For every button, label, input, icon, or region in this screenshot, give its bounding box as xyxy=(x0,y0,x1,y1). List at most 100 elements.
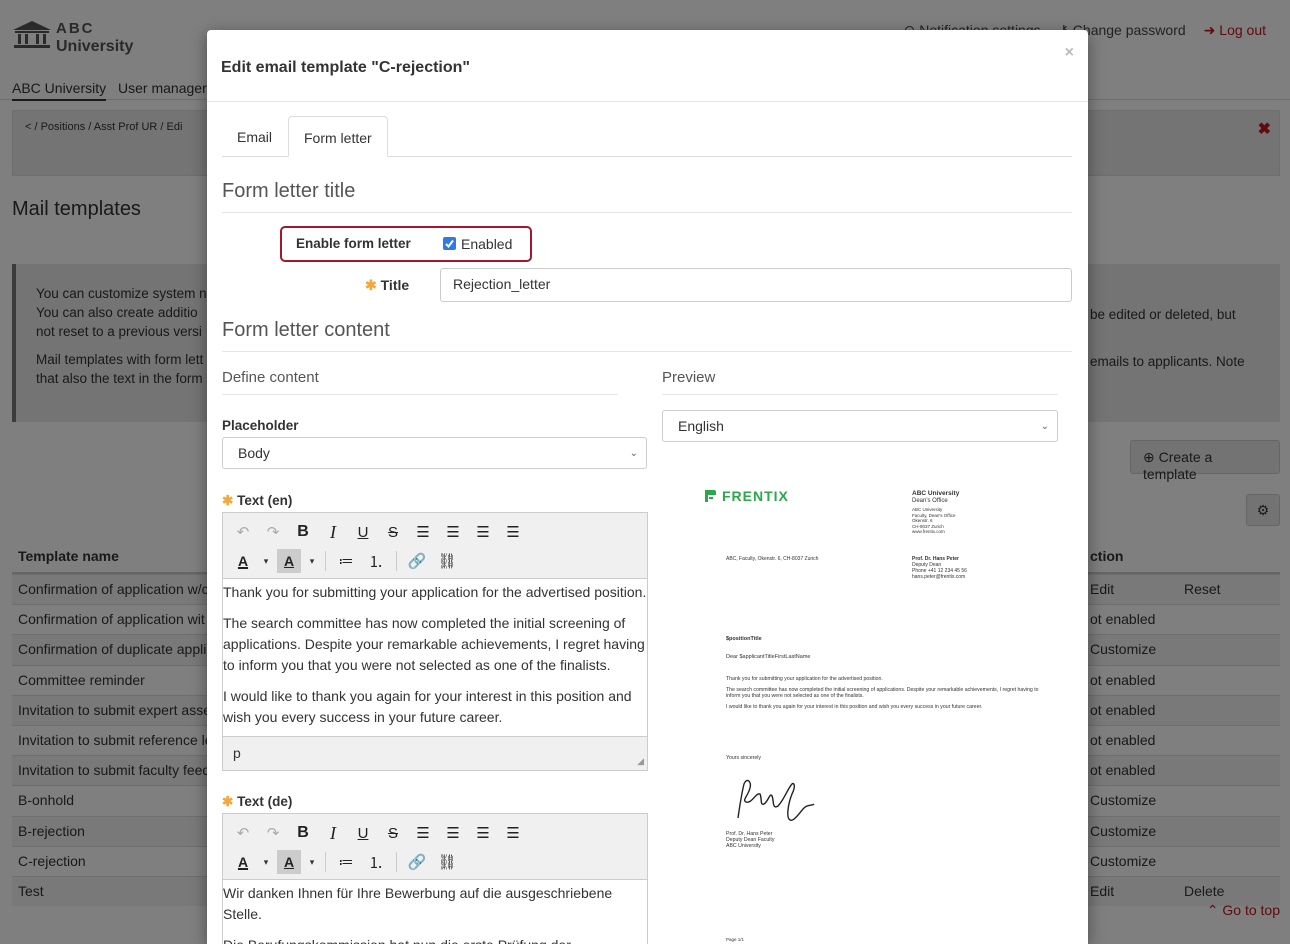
checkmark-icon xyxy=(445,239,454,249)
title-input[interactable]: Rejection_letter xyxy=(440,268,1072,302)
chevron-down-icon: ⌄ xyxy=(1040,421,1049,432)
signer-org: ABC University xyxy=(726,843,761,849)
sender-block: ABC University Dean's Office ABC Univers… xyxy=(912,490,959,535)
enable-form-letter-label: Enable form letter xyxy=(296,236,411,251)
undo-icon[interactable]: ↶ xyxy=(231,821,255,845)
element-path: p xyxy=(233,745,241,761)
edit-template-modal: Edit email template "C-rejection" × Emai… xyxy=(207,30,1088,944)
sender-address: www.frentix.com xyxy=(912,529,945,534)
letter-paragraph: The search committee has now completed t… xyxy=(726,686,1039,700)
link-icon[interactable]: 🔗 xyxy=(405,850,429,874)
resize-handle-icon[interactable]: ◢ xyxy=(637,756,644,767)
toolbar-divider xyxy=(396,852,397,872)
align-center-icon[interactable]: ☰ xyxy=(441,821,465,845)
paragraph: Wir danken Ihnen für Ihre Bewerbung auf … xyxy=(223,885,613,922)
tab-form-letter[interactable]: Form letter xyxy=(288,116,388,157)
signature-image xyxy=(737,779,815,821)
editor-content[interactable]: Thank you for submitting your applicatio… xyxy=(223,579,647,728)
tab-email[interactable]: Email xyxy=(222,116,287,157)
undo-icon[interactable]: ↶ xyxy=(231,520,255,544)
background-color-icon[interactable]: A xyxy=(277,549,301,573)
unlink-icon[interactable]: ⛓ xyxy=(435,850,459,874)
editor-status-bar: p ◢ xyxy=(223,736,647,770)
underline-icon[interactable]: U xyxy=(351,821,375,845)
align-justify-icon[interactable]: ☰ xyxy=(501,821,525,845)
italic-icon[interactable]: I xyxy=(321,520,345,544)
underline-icon[interactable]: U xyxy=(351,520,375,544)
editor-content[interactable]: Wir danken Ihnen für Ihre Bewerbung auf … xyxy=(223,880,647,944)
text-color-icon[interactable]: A xyxy=(231,549,255,573)
return-address: ABC, Faculty, Okenstr. 6, CH-8037 Zurich xyxy=(726,556,819,562)
section-title-content: Form letter content xyxy=(222,319,1072,352)
language-value: English xyxy=(678,418,724,434)
align-right-icon[interactable]: ☰ xyxy=(471,821,495,845)
align-right-icon[interactable]: ☰ xyxy=(471,520,495,544)
modal-header: Edit email template "C-rejection" × xyxy=(207,30,1088,102)
link-icon[interactable]: 🔗 xyxy=(405,549,429,573)
sender-name: ABC University xyxy=(912,490,960,497)
letter-paragraph: Thank you for submitting your applicatio… xyxy=(726,676,883,682)
bold-icon[interactable]: B xyxy=(291,520,315,544)
text-de-label: ✱ Text (de) xyxy=(222,794,292,810)
chevron-down-icon[interactable]: ▾ xyxy=(261,850,271,874)
define-content-heading: Define content xyxy=(222,369,618,395)
paragraph: The search committee has now completed t… xyxy=(223,615,645,673)
text-color-icon[interactable]: A xyxy=(231,850,255,874)
required-star-icon: ✱ xyxy=(222,794,234,809)
title-label: ✱ Title xyxy=(365,277,409,294)
contact-person: Prof. Dr. Hans Peter Deputy Dean Phone +… xyxy=(912,556,967,580)
preview-language-select[interactable]: English ⌄ xyxy=(662,410,1058,442)
strikethrough-icon[interactable]: S xyxy=(381,821,405,845)
placeholder-label: Placeholder xyxy=(222,418,299,433)
bold-icon[interactable]: B xyxy=(291,821,315,845)
background-color-icon[interactable]: A xyxy=(277,850,301,874)
section-title-form-letter: Form letter title xyxy=(222,180,1072,213)
brand-logo: FRENTIX xyxy=(703,488,789,504)
align-justify-icon[interactable]: ☰ xyxy=(501,520,525,544)
placeholder-value: Body xyxy=(238,445,270,461)
letter-body: Thank you for submitting your applicatio… xyxy=(726,676,1046,714)
modal-title: Edit email template "C-rejection" xyxy=(221,59,471,76)
toolbar-divider xyxy=(396,551,397,571)
align-center-icon[interactable]: ☰ xyxy=(441,520,465,544)
bullet-list-icon[interactable]: ≔ xyxy=(334,850,358,874)
strikethrough-icon[interactable]: S xyxy=(381,520,405,544)
enabled-checkbox-label[interactable]: Enabled xyxy=(461,236,512,252)
enabled-checkbox[interactable] xyxy=(443,237,456,250)
text-de-label-text: Text (de) xyxy=(237,794,293,809)
text-en-label-text: Text (en) xyxy=(237,493,293,508)
rich-text-editor-en[interactable]: ↶ ↷ B I U S ☰ ☰ ☰ ☰ A ▾ A ▾ ≔ ⒈ 🔗 ⛓ Than… xyxy=(222,512,648,771)
required-star-icon: ✱ xyxy=(365,277,377,293)
letter-signer: Prof. Dr. Hans Peter Deputy Dean Faculty… xyxy=(726,831,774,849)
text-en-label: ✱ Text (en) xyxy=(222,493,292,509)
title-label-text: Title xyxy=(380,277,410,293)
placeholder-select[interactable]: Body ⌄ xyxy=(222,437,647,469)
required-star-icon: ✱ xyxy=(222,493,234,508)
sender-office: Dean's Office xyxy=(912,498,948,504)
preview-heading: Preview xyxy=(662,369,1058,395)
redo-icon[interactable]: ↷ xyxy=(261,821,285,845)
bullet-list-icon[interactable]: ≔ xyxy=(334,549,358,573)
align-left-icon[interactable]: ☰ xyxy=(411,821,435,845)
italic-icon[interactable]: I xyxy=(321,821,345,845)
close-icon[interactable]: × xyxy=(1065,44,1074,62)
chevron-down-icon[interactable]: ▾ xyxy=(307,850,317,874)
letter-preview: FRENTIX ABC University Dean's Office ABC… xyxy=(662,458,1058,944)
chevron-down-icon[interactable]: ▾ xyxy=(307,549,317,573)
numbered-list-icon[interactable]: ⒈ xyxy=(364,850,388,874)
redo-icon[interactable]: ↷ xyxy=(261,520,285,544)
toolbar-divider xyxy=(325,852,326,872)
toolbar-divider xyxy=(325,551,326,571)
person-email: hans.peter@frentix.com xyxy=(912,574,966,580)
brand-name: FRENTIX xyxy=(722,488,789,504)
unlink-icon[interactable]: ⛓ xyxy=(435,549,459,573)
sender-address: CH-8037 Zurich xyxy=(912,523,944,529)
letter-closing: Yours sincerely xyxy=(726,755,761,761)
chevron-down-icon: ⌄ xyxy=(629,448,638,459)
rich-text-editor-de[interactable]: ↶ ↷ B I U S ☰ ☰ ☰ ☰ A ▾ A ▾ ≔ ⒈ 🔗 ⛓ Wir … xyxy=(222,813,648,944)
numbered-list-icon[interactable]: ⒈ xyxy=(364,549,388,573)
sender-address: Faculty, Dean's Office xyxy=(912,512,956,518)
align-left-icon[interactable]: ☰ xyxy=(411,520,435,544)
chevron-down-icon[interactable]: ▾ xyxy=(261,549,271,573)
editor-toolbar: ↶ ↷ B I U S ☰ ☰ ☰ ☰ A ▾ A ▾ ≔ ⒈ 🔗 ⛓ xyxy=(223,513,647,579)
